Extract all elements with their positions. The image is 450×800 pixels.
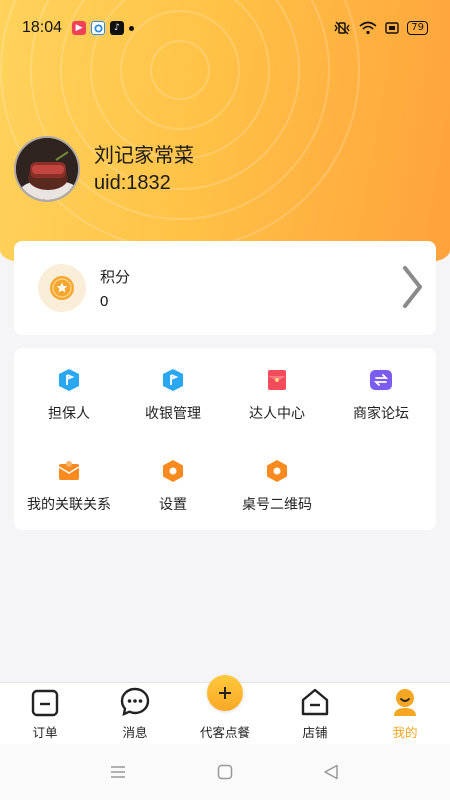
app-notification-icon: ▶ <box>72 21 87 35</box>
mail-icon <box>57 459 81 483</box>
service-menu: 担保人 收银管理 达人中心 商家论坛 我的关联关系 设置 桌号二维码 <box>14 348 436 530</box>
browser-notification-icon <box>91 21 106 35</box>
hexagon-icon <box>265 459 289 483</box>
tab-label-proxy-order: 代客点餐 <box>199 725 250 740</box>
tab-orders[interactable]: 订单 <box>0 683 90 741</box>
more-notifications-dot <box>129 25 135 31</box>
menu-icon[interactable] <box>110 764 126 780</box>
menu-label-cashier: 收银管理 <box>145 406 201 422</box>
tab-label-orders: 订单 <box>32 725 58 740</box>
menu-item-merchant-forum[interactable]: 商家论坛 <box>326 368 436 423</box>
message-icon <box>90 683 180 717</box>
tab-shop[interactable]: 店铺 <box>270 683 360 741</box>
order-icon <box>0 683 90 717</box>
store-name: 刘记家常菜 <box>94 143 194 167</box>
menu-item-guarantor[interactable]: 担保人 <box>14 368 124 423</box>
status-time: 18:04 <box>22 19 63 36</box>
menu-label-table-qrcode: 桌号二维码 <box>242 497 312 513</box>
hexagon-icon <box>161 459 185 483</box>
points-value: 0 <box>100 293 109 310</box>
tab-label-messages: 消息 <box>122 725 148 740</box>
shield-flag-icon <box>161 368 185 392</box>
menu-label-influencer-center: 达人中心 <box>249 406 305 422</box>
bottom-tab-bar: 订单 消息 代客点餐 店铺 我的 <box>0 675 450 744</box>
shield-flag-icon <box>57 368 81 392</box>
menu-item-cashier[interactable]: 收银管理 <box>118 368 228 423</box>
system-nav-bar <box>0 744 450 800</box>
tab-label-mine: 我的 <box>392 725 418 740</box>
plus-icon <box>207 675 243 711</box>
menu-item-influencer-center[interactable]: 达人中心 <box>222 368 332 423</box>
tab-messages[interactable]: 消息 <box>90 683 180 741</box>
battery-indicator: 79 <box>407 21 428 35</box>
red-envelope-icon <box>265 368 289 392</box>
profile-icon <box>360 683 450 717</box>
menu-label-guarantor: 担保人 <box>48 406 90 422</box>
menu-label-my-relations: 我的关联关系 <box>27 497 111 513</box>
profile-section[interactable]: 刘记家常菜 uid:1832 <box>14 136 194 202</box>
status-bar: 18:04 ▶ ♪ 79 <box>0 0 450 56</box>
menu-item-settings[interactable]: 设置 <box>118 459 228 514</box>
menu-label-merchant-forum: 商家论坛 <box>353 406 409 422</box>
tiktok-notification-icon: ♪ <box>110 21 125 35</box>
menu-item-my-relations[interactable]: 我的关联关系 <box>14 459 124 514</box>
shop-icon <box>270 683 360 717</box>
wifi-icon <box>359 21 377 35</box>
user-id: uid:1832 <box>94 172 171 194</box>
menu-item-table-qrcode[interactable]: 桌号二维码 <box>222 459 332 514</box>
exchange-icon <box>369 368 393 392</box>
chevron-right-icon[interactable] <box>400 265 424 309</box>
back-icon[interactable] <box>323 764 339 780</box>
tab-label-shop: 店铺 <box>302 725 328 740</box>
menu-label-settings: 设置 <box>159 497 187 513</box>
tab-proxy-order[interactable]: 代客点餐 <box>180 675 270 741</box>
avatar[interactable] <box>14 136 80 202</box>
points-label: 积分 <box>100 268 131 286</box>
vibrate-icon <box>334 21 350 35</box>
home-icon[interactable] <box>217 764 233 780</box>
sim-icon <box>385 22 399 34</box>
points-card[interactable]: 积分 0 <box>14 241 436 335</box>
coin-icon <box>38 264 86 312</box>
tab-mine[interactable]: 我的 <box>360 683 450 741</box>
